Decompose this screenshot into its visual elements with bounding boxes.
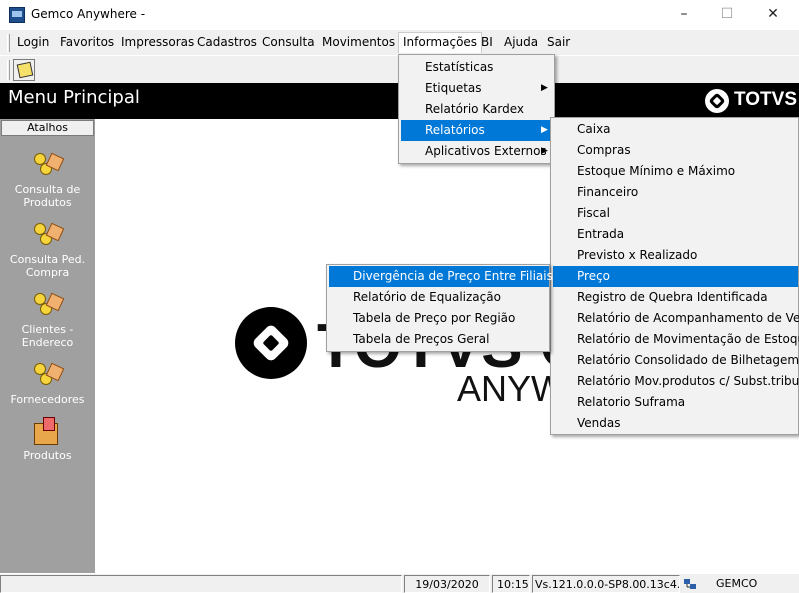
menu-item-vendas[interactable]: Vendas [553, 413, 798, 434]
menu-consulta[interactable]: Consulta [258, 32, 319, 53]
menu-item-relatorio-suframa[interactable]: Relatorio Suframa [553, 392, 798, 413]
title-bar: Gemco Anywhere - – ☐ ✕ [0, 0, 799, 30]
submenu-arrow-icon: ▶ [541, 146, 548, 156]
people-package-icon [31, 291, 65, 321]
informacoes-menu: Estatísticas Etiquetas ▶ Relatório Karde… [398, 54, 555, 164]
menu-cadastros[interactable]: Cadastros [193, 32, 261, 53]
menu-ajuda[interactable]: Ajuda [500, 32, 542, 53]
menu-item-label: Relatórios [425, 123, 485, 137]
menu-item-consolidado-bilhetagem[interactable]: Relatório Consolidado de Bilhetagem [553, 350, 799, 371]
close-button[interactable]: ✕ [750, 0, 796, 30]
minimize-button[interactable]: – [661, 0, 707, 30]
sidebar-heading: Atalhos [1, 120, 94, 136]
people-package-icon [31, 151, 65, 181]
status-company: GEMCO [716, 577, 758, 590]
menu-bi[interactable]: BI [477, 32, 497, 53]
submenu-arrow-icon: ▶ [541, 83, 548, 93]
menu-item-etiquetas[interactable]: Etiquetas ▶ [401, 78, 552, 99]
menu-item-previsto-realizado[interactable]: Previsto x Realizado [553, 245, 798, 266]
shortcut-clientes-endereco[interactable]: Clientes - Endereco [0, 291, 95, 349]
status-message [0, 575, 402, 593]
menu-movimentos[interactable]: Movimentos [318, 32, 399, 53]
toolbar-grip [7, 60, 10, 80]
menu-item-tabela-precos-geral[interactable]: Tabela de Preços Geral [329, 329, 549, 350]
totvs-brand-text: TOTVS [734, 89, 797, 110]
page-title: Menu Principal [8, 87, 140, 108]
menu-sair[interactable]: Sair [543, 32, 574, 53]
maximize-button[interactable]: ☐ [704, 0, 750, 30]
people-package-icon [31, 361, 65, 391]
menu-impressoras[interactable]: Impressoras [117, 32, 198, 53]
menu-item-caixa[interactable]: Caixa [553, 119, 798, 140]
shortcut-label: Produtos [23, 449, 72, 462]
menu-item-compras[interactable]: Compras [553, 140, 798, 161]
menu-favoritos[interactable]: Favoritos [56, 32, 118, 53]
menu-item-label: Aplicativos Externos [425, 144, 547, 158]
menu-item-equalizacao[interactable]: Relatório de Equalização [329, 287, 549, 308]
menu-informacoes[interactable]: Informações [398, 32, 483, 53]
status-time: 10:15 [492, 575, 530, 593]
notes-icon[interactable] [13, 59, 35, 81]
window-title: Gemco Anywhere - [31, 7, 146, 21]
menu-login[interactable]: Login [13, 32, 53, 53]
shortcut-label: Fornecedores [10, 393, 85, 406]
preco-menu: Divergência de Preço Entre Filiais Relat… [326, 264, 553, 352]
menu-item-estoque-minimo-maximo[interactable]: Estoque Mínimo e Máximo [553, 161, 798, 182]
shortcut-label: Clientes - Endereco [21, 323, 74, 349]
menu-item-relatorio-kardex[interactable]: Relatório Kardex [401, 99, 552, 120]
sidebar: Atalhos Consulta de Produtos Consulta Pe… [0, 119, 95, 573]
totvs-logo-icon [705, 89, 729, 113]
background-logo-line2: ANYWH [457, 368, 565, 405]
menu-item-fiscal[interactable]: Fiscal [553, 203, 798, 224]
totvs-logo: TOTVS [704, 88, 797, 114]
menu-item-aplicativos-externos[interactable]: Aplicativos Externos ▶ [401, 141, 552, 162]
menu-item-movimentacao-estoque[interactable]: Relatório de Movimentação de Estoque [553, 329, 799, 350]
menu-item-relatorios[interactable]: Relatórios ▶ [401, 120, 552, 141]
shortcut-label: Consulta Ped. Compra [9, 253, 86, 279]
menu-item-label: Etiquetas [425, 81, 482, 95]
shortcut-fornecedores[interactable]: Fornecedores [0, 361, 95, 406]
status-bar: 19/03/2020 10:15 Vs.121.0.0.0-SP8.00.13c… [0, 573, 799, 593]
menu-item-mov-produtos-subst[interactable]: Relatório Mov.produtos c/ Subst.tributár… [553, 371, 799, 392]
menu-item-registro-quebra[interactable]: Registro de Quebra Identificada [553, 287, 798, 308]
shortcut-label: Consulta de Produtos [14, 183, 81, 209]
product-boxes-icon [31, 417, 65, 447]
people-package-icon [31, 221, 65, 251]
menu-item-divergencia-preco[interactable]: Divergência de Preço Entre Filiais [329, 266, 553, 287]
status-version: Vs.121.0.0.0-SP8.00.13c4.75 [532, 575, 680, 593]
menubar-grip [7, 34, 10, 52]
menu-item-estatisticas[interactable]: Estatísticas [401, 57, 552, 78]
network-icon [684, 579, 696, 589]
menu-item-acompanhamento-venda[interactable]: Relatório de Acompanhamento de Venda [553, 308, 799, 329]
submenu-arrow-icon: ▶ [541, 125, 548, 135]
shortcut-consulta-produtos[interactable]: Consulta de Produtos [0, 151, 95, 209]
menu-item-preco[interactable]: Preço [553, 266, 798, 287]
menu-bar: Login Favoritos Impressoras Cadastros Co… [0, 30, 799, 55]
app-icon [9, 7, 25, 23]
menu-item-entrada[interactable]: Entrada [553, 224, 798, 245]
relatorios-menu: Caixa Compras Estoque Mínimo e Máximo Fi… [550, 117, 799, 435]
status-date: 19/03/2020 [404, 575, 490, 593]
shortcut-consulta-ped-compra[interactable]: Consulta Ped. Compra [0, 221, 95, 279]
menu-item-tabela-preco-regiao[interactable]: Tabela de Preço por Região [329, 308, 549, 329]
shortcut-produtos[interactable]: Produtos [0, 417, 95, 462]
menu-item-financeiro[interactable]: Financeiro [553, 182, 798, 203]
